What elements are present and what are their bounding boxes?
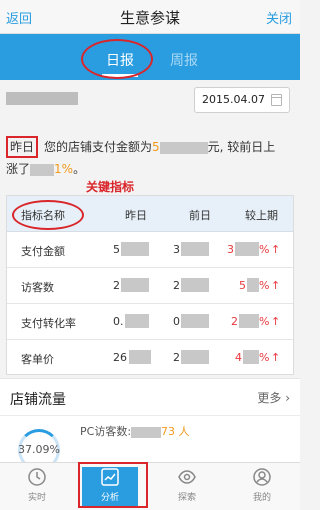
amount-prefix: 5 bbox=[152, 140, 160, 154]
yesterday-redacted bbox=[129, 350, 151, 364]
metric-name: 支付金额 bbox=[21, 245, 65, 258]
traffic-title: 店铺流量 bbox=[10, 392, 66, 408]
day-before-redacted bbox=[181, 350, 209, 364]
change-redacted bbox=[235, 242, 259, 256]
metric-name: 访客数 bbox=[21, 281, 54, 294]
change-suffix: % bbox=[259, 351, 270, 364]
day-before-redacted bbox=[181, 314, 209, 328]
date-picker[interactable]: 2015.04.07 bbox=[194, 87, 290, 113]
up-arrow-icon: ↑ bbox=[271, 279, 281, 292]
day-before-redacted bbox=[181, 242, 209, 256]
yesterday-value: 2 bbox=[113, 279, 120, 292]
page-title: 生意参谋 bbox=[119, 9, 180, 27]
annotation-box-analysis bbox=[78, 462, 148, 508]
yesterday-value: 5 bbox=[113, 243, 120, 256]
change-redacted bbox=[247, 278, 259, 292]
table-row: 支付金额 5 3 3 % ↑ bbox=[7, 232, 293, 268]
summary-text: 昨日 您的店铺支付金额为5 元, 较前日上 涨了 1%。 bbox=[6, 136, 294, 180]
summary-text-b: 元, 较前日上 bbox=[207, 140, 276, 154]
change-suffix: % bbox=[259, 279, 270, 292]
key-metrics-annotation: 关键指标 bbox=[86, 180, 135, 194]
day-before-value: 2 bbox=[173, 351, 180, 364]
top-nav-bar: 返回 生意参谋 关闭 bbox=[0, 0, 300, 34]
shop-traffic-section: 店铺流量 更多 › 37.09% PC访客数: 73 人 bbox=[0, 378, 300, 471]
day-before-value: 0 bbox=[173, 315, 180, 328]
pct-redacted bbox=[30, 163, 55, 176]
nav-realtime-label: 实时 bbox=[27, 493, 46, 503]
header-yesterday: 昨日 bbox=[125, 209, 147, 222]
pc-share-value: 37.09% bbox=[18, 443, 60, 456]
change-prefix: 4 bbox=[235, 351, 242, 364]
table-row: 支付转化率 0. 0 2 % ↑ bbox=[7, 304, 293, 340]
table-header: 指标名称 昨日 前日 较上期 bbox=[7, 196, 293, 232]
pc-visitors-redacted bbox=[131, 426, 162, 438]
yesterday-value: 0. bbox=[113, 315, 124, 328]
clock-icon bbox=[28, 468, 46, 486]
report-header: 2015.04.07 bbox=[0, 80, 300, 120]
nav-mine-label: 我的 bbox=[252, 493, 271, 503]
change-prefix: 2 bbox=[231, 315, 238, 328]
pc-visitors: PC访客数: 73 人 bbox=[80, 423, 190, 439]
header-day-before: 前日 bbox=[189, 209, 211, 222]
header-change: 较上期 bbox=[245, 209, 278, 222]
metric-name: 支付转化率 bbox=[21, 317, 76, 330]
summary-text-a: 您的店铺支付金额为 bbox=[44, 140, 153, 154]
date-value: 2015.04.07 bbox=[202, 93, 265, 106]
pc-visitors-suffix: 73 人 bbox=[161, 425, 190, 438]
amount-redacted bbox=[159, 141, 208, 154]
nav-realtime[interactable]: 实时 bbox=[7, 467, 67, 507]
close-button[interactable]: 关闭 bbox=[266, 8, 292, 27]
annotation-ring-header bbox=[12, 200, 84, 230]
yesterday-redacted bbox=[125, 314, 149, 328]
yesterday-redacted bbox=[121, 242, 149, 256]
annotation-ring-tab bbox=[81, 39, 153, 79]
person-icon bbox=[253, 468, 271, 486]
shop-name-redacted bbox=[6, 92, 78, 105]
nav-mine[interactable]: 我的 bbox=[232, 467, 292, 507]
pc-visitors-label: PC访客数: bbox=[80, 425, 132, 438]
calendar-icon bbox=[271, 94, 282, 106]
change-redacted bbox=[243, 350, 259, 364]
bottom-tab-bar: 实时 分析 探索 我的 bbox=[0, 462, 300, 510]
change-suffix: % bbox=[259, 315, 270, 328]
chevron-right-icon: › bbox=[281, 391, 290, 405]
day-before-value: 2 bbox=[173, 279, 180, 292]
change-prefix: 3 bbox=[227, 243, 234, 256]
yesterday-value: 26 bbox=[113, 351, 127, 364]
up-arrow-icon: ↑ bbox=[271, 315, 281, 328]
daily-summary: 昨日 您的店铺支付金额为5 元, 较前日上 涨了 1%。 bbox=[0, 120, 300, 190]
divider bbox=[0, 415, 300, 416]
change-redacted bbox=[239, 314, 259, 328]
tab-weekly[interactable]: 周报 bbox=[170, 50, 198, 70]
change-suffix: % bbox=[259, 243, 270, 256]
table-row: 访客数 2 2 5 % ↑ bbox=[7, 268, 293, 304]
day-before-redacted bbox=[181, 278, 209, 292]
yesterday-label: 昨日 bbox=[6, 136, 39, 158]
summary-text-c: 涨了 bbox=[6, 162, 31, 176]
nav-explore-label: 探索 bbox=[177, 493, 196, 503]
more-link[interactable]: 更多 › bbox=[257, 389, 290, 406]
pct-suffix: 1% bbox=[54, 162, 74, 176]
change-prefix: 5 bbox=[239, 279, 246, 292]
yesterday-redacted bbox=[121, 278, 149, 292]
summary-text-d: 。 bbox=[73, 162, 86, 176]
up-arrow-icon: ↑ bbox=[271, 243, 281, 256]
metric-name: 客单价 bbox=[21, 353, 54, 366]
table-row: 客单价 26 2 4 % ↑ bbox=[7, 340, 293, 376]
eye-icon bbox=[178, 470, 196, 484]
metrics-table: 指标名称 昨日 前日 较上期 支付金额 5 3 3 % ↑ 访客数 2 2 5 … bbox=[6, 195, 294, 375]
nav-explore[interactable]: 探索 bbox=[157, 467, 217, 507]
up-arrow-icon: ↑ bbox=[271, 351, 281, 364]
more-label: 更多 bbox=[257, 391, 282, 405]
day-before-value: 3 bbox=[173, 243, 180, 256]
